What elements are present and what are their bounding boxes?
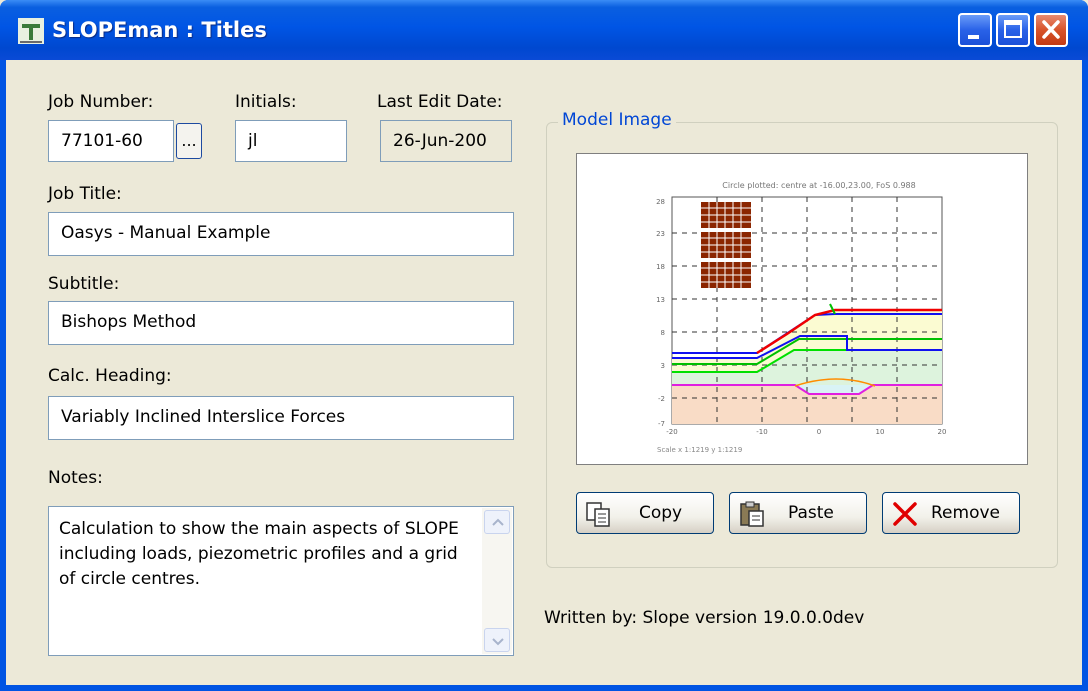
browse-button[interactable]: ... (176, 123, 202, 159)
copy-button[interactable]: Copy (576, 492, 714, 534)
notes-label: Notes: (48, 468, 103, 488)
copy-label: Copy (639, 503, 683, 523)
window-title: SLOPEman : Titles (52, 18, 267, 42)
svg-text:13: 13 (656, 296, 665, 304)
svg-text:18: 18 (656, 263, 665, 271)
x-axis-ticks: -20 -10 0 10 20 (666, 428, 946, 436)
close-button[interactable] (1034, 13, 1068, 47)
slope-app-icon (18, 18, 44, 44)
svg-text:3: 3 (661, 362, 665, 370)
svg-text:28: 28 (656, 198, 665, 206)
initials-label: Initials: (235, 92, 297, 112)
initials-field[interactable]: jl (235, 120, 347, 162)
window-bottom-border (0, 685, 1088, 691)
y-axis-ticks: 28 23 18 13 8 3 -2 -7 (656, 198, 665, 428)
plot-scale-text: Scale x 1:1219 y 1:1219 (657, 446, 742, 454)
chevron-up-icon (492, 518, 504, 526)
scroll-down-button[interactable] (484, 628, 510, 652)
job-number-field[interactable]: 77101-60 (48, 120, 174, 162)
close-icon (1042, 20, 1060, 39)
title-bar[interactable]: SLOPEman : Titles (0, 0, 1088, 60)
svg-text:10: 10 (876, 428, 885, 436)
last-edit-date-label: Last Edit Date: (377, 92, 503, 112)
minimize-icon (968, 35, 979, 39)
remove-button[interactable]: Remove (882, 492, 1020, 534)
copy-icon (586, 502, 610, 527)
maximize-icon (1004, 20, 1022, 38)
remove-x-icon (893, 502, 917, 526)
client-area: Job Number: 77101-60 ... Initials: jl La… (6, 60, 1082, 685)
slope-model-plot: Circle plotted: centre at -16.00,23.00, … (656, 181, 946, 454)
job-title-label: Job Title: (48, 184, 122, 204)
notes-textarea[interactable]: Calculation to show the main aspects of … (48, 506, 514, 656)
maximize-button[interactable] (996, 13, 1030, 47)
calc-heading-label: Calc. Heading: (48, 366, 172, 386)
svg-text:8: 8 (661, 329, 665, 337)
paste-label: Paste (788, 503, 834, 523)
model-image-group-title: Model Image (558, 110, 676, 130)
written-by-text: Written by: Slope version 19.0.0.0dev (544, 608, 865, 628)
circle-centre-grid-lines (701, 202, 751, 288)
paste-icon (740, 501, 764, 527)
last-edit-date-field: 26-Jun-200 (380, 120, 512, 162)
remove-label: Remove (931, 503, 1000, 523)
plot-title: Circle plotted: centre at -16.00,23.00, … (722, 181, 915, 190)
notes-text: Calculation to show the main aspects of … (59, 519, 465, 589)
scroll-up-button[interactable] (484, 510, 510, 534)
svg-text:23: 23 (656, 230, 665, 238)
subtitle-field[interactable]: Bishops Method (48, 301, 514, 345)
minimize-button[interactable] (958, 13, 992, 47)
notes-scrollbar[interactable] (482, 508, 512, 654)
calc-heading-field[interactable]: Variably Inclined Interslice Forces (48, 396, 514, 440)
paste-button[interactable]: Paste (729, 492, 867, 534)
chevron-down-icon (492, 638, 504, 646)
model-image-preview: Circle plotted: centre at -16.00,23.00, … (576, 153, 1028, 465)
subtitle-label: Subtitle: (48, 274, 120, 294)
job-title-field[interactable]: Oasys - Manual Example (48, 212, 514, 256)
svg-text:20: 20 (938, 428, 947, 436)
svg-text:-20: -20 (666, 428, 677, 436)
svg-text:0: 0 (817, 428, 821, 436)
job-number-label: Job Number: (48, 92, 154, 112)
svg-text:-10: -10 (756, 428, 767, 436)
svg-text:-2: -2 (658, 395, 665, 403)
svg-text:-7: -7 (658, 420, 665, 428)
